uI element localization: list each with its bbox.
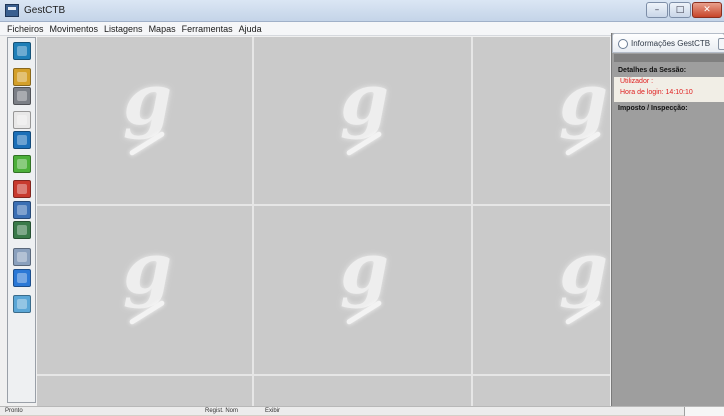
- pin-icon[interactable]: [718, 38, 724, 50]
- tools-icon[interactable]: [13, 248, 31, 266]
- checkmark-icon[interactable]: [13, 155, 31, 173]
- close-button[interactable]: ✕: [692, 2, 722, 18]
- workspace: g g g g g g: [37, 37, 610, 406]
- workspace-tile: [254, 376, 473, 406]
- session-details-box: Utilizador : Hora de login: 14:10:10: [614, 77, 724, 102]
- pencil-icon[interactable]: [13, 42, 31, 60]
- window-title: GestCTB: [24, 5, 66, 16]
- menu-listagens[interactable]: Listagens: [101, 22, 146, 35]
- app-window: GestCTB – □ ✕ Ficheiros Movimentos Listage…: [0, 0, 724, 416]
- menu-ferramentas[interactable]: Ferramentas: [179, 22, 236, 35]
- logo-watermark: g: [559, 227, 608, 310]
- red-book-icon[interactable]: [13, 180, 31, 198]
- workspace-tile: [37, 376, 254, 406]
- app-icon: [5, 4, 19, 17]
- tax-inspection-label: Imposto / Inspecção:: [618, 105, 688, 112]
- logo-watermark: g: [340, 227, 389, 310]
- status-bar: Pronto Regist. Nom Exibir: [0, 406, 724, 416]
- logo-watermark: g: [559, 58, 608, 141]
- info-panel-title: Informações GestCTB: [631, 39, 711, 48]
- status-view: Exibir: [265, 408, 281, 414]
- help-icon[interactable]: [13, 269, 31, 287]
- info-panel: Informações GestCTB Detalhes da Sessão: …: [611, 33, 724, 406]
- info-icon: [618, 39, 628, 49]
- logo-watermark: g: [123, 227, 172, 310]
- blue-book-icon[interactable]: [13, 201, 31, 219]
- vertical-toolbar: [7, 37, 36, 403]
- workspace-tile: g: [473, 206, 610, 376]
- logo-watermark: g: [340, 58, 389, 141]
- status-text: Pronto: [5, 408, 23, 414]
- logo-watermark: g: [123, 58, 172, 141]
- book-icon[interactable]: [13, 68, 31, 86]
- menu-mapas[interactable]: Mapas: [146, 22, 179, 35]
- workspace-tile: g: [37, 206, 254, 376]
- workspace-tile: g: [473, 37, 610, 206]
- menu-ajuda[interactable]: Ajuda: [236, 22, 265, 35]
- info-panel-header[interactable]: Informações GestCTB: [612, 33, 724, 53]
- notebook-icon[interactable]: [13, 87, 31, 105]
- workspace-tile: g: [254, 37, 473, 206]
- pen-icon[interactable]: [13, 131, 31, 149]
- title-bar: GestCTB – □ ✕: [0, 0, 724, 22]
- minimize-button[interactable]: –: [646, 2, 668, 18]
- login-time: Hora de login: 14:10:10: [620, 89, 693, 96]
- user-label: Utilizador :: [620, 78, 654, 85]
- workspace-tile: g: [37, 37, 254, 206]
- workspace-tile: g: [254, 206, 473, 376]
- session-details-label: Detalhes da Sessão:: [618, 67, 687, 74]
- window-controls: – □ ✕: [646, 2, 722, 18]
- panel-divider: [614, 54, 724, 62]
- green-book-icon[interactable]: [13, 221, 31, 239]
- edit-document-icon[interactable]: [13, 111, 31, 129]
- exit-icon[interactable]: [13, 295, 31, 313]
- workspace-tile: [473, 376, 610, 406]
- maximize-button[interactable]: □: [669, 2, 691, 18]
- menu-movimentos[interactable]: Movimentos: [47, 22, 102, 35]
- status-register: Regist. Nom: [205, 408, 239, 414]
- menu-ficheiros[interactable]: Ficheiros: [4, 22, 47, 35]
